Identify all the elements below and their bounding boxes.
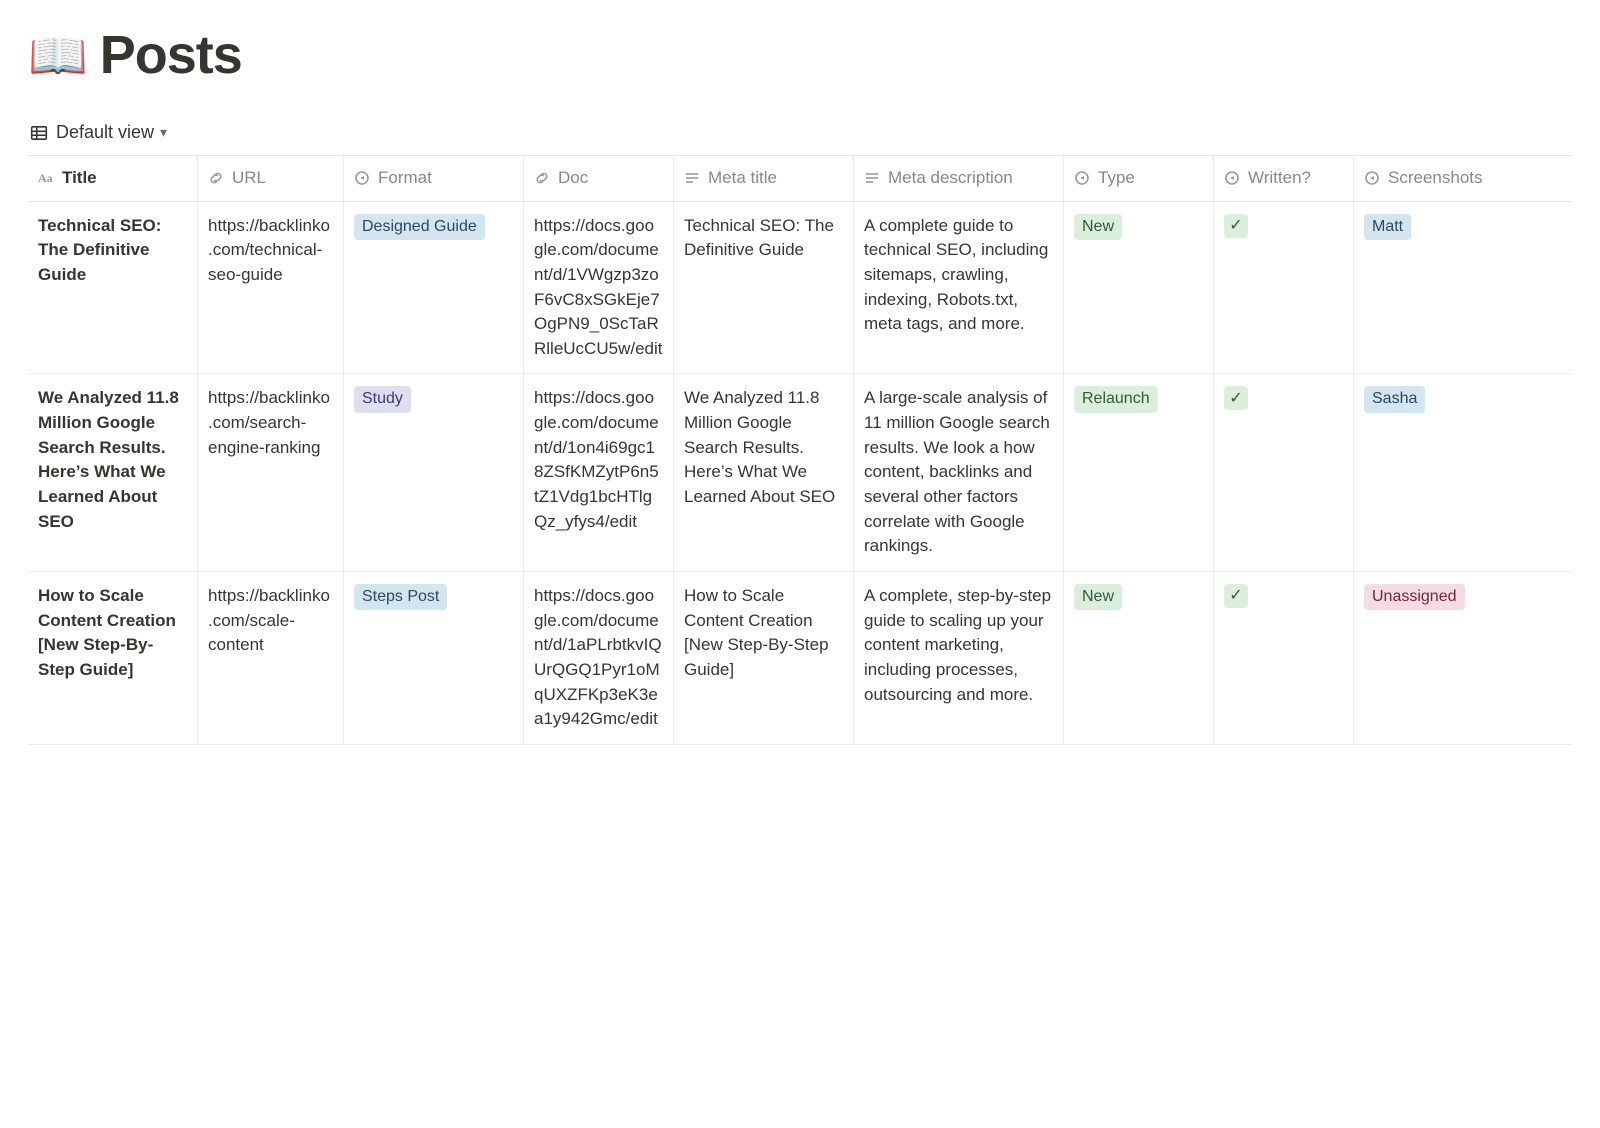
table-row[interactable]: We Analyzed 11.8 Million Google Search R… xyxy=(28,374,1572,571)
url-property-icon xyxy=(208,170,224,186)
checkmark-icon: ✓ xyxy=(1224,214,1248,238)
text-property-icon xyxy=(684,170,700,186)
screenshots-tag: Unassigned xyxy=(1364,584,1465,610)
view-switcher[interactable]: Default view ▾ xyxy=(28,118,169,147)
table-header-row: Aa Title URL Format Doc Meta ti xyxy=(28,156,1572,202)
view-label: Default view xyxy=(56,122,154,143)
chevron-down-icon: ▾ xyxy=(160,124,167,141)
column-header-title[interactable]: Aa Title xyxy=(28,156,198,201)
table-view-icon xyxy=(30,124,48,142)
cell-doc[interactable]: https://docs.google.com/document/d/1VWgz… xyxy=(524,202,674,374)
cell-written[interactable]: ✓ xyxy=(1214,572,1354,744)
screenshots-tag: Matt xyxy=(1364,214,1411,240)
cell-meta-description[interactable]: A large-scale analysis of 11 million Goo… xyxy=(854,374,1064,570)
checkmark-icon: ✓ xyxy=(1224,386,1248,410)
column-header-written[interactable]: Written? xyxy=(1214,156,1354,201)
cell-doc[interactable]: https://docs.google.com/document/d/1on4i… xyxy=(524,374,674,570)
type-tag: New xyxy=(1074,214,1122,240)
column-header-type[interactable]: Type xyxy=(1064,156,1214,201)
page-title: Posts xyxy=(100,24,242,86)
cell-type[interactable]: New xyxy=(1064,572,1214,744)
checkmark-icon: ✓ xyxy=(1224,584,1248,608)
format-tag: Study xyxy=(354,386,411,412)
cell-url[interactable]: https://backlinko.com/scale-content xyxy=(198,572,344,744)
cell-screenshots[interactable]: Unassigned xyxy=(1354,572,1514,744)
cell-meta-title[interactable]: We Analyzed 11.8 Million Google Search R… xyxy=(674,374,854,570)
type-tag: New xyxy=(1074,584,1122,610)
cell-screenshots[interactable]: Sasha xyxy=(1354,374,1514,570)
column-header-doc[interactable]: Doc xyxy=(524,156,674,201)
screenshots-tag: Sasha xyxy=(1364,386,1425,412)
title-property-icon: Aa xyxy=(38,170,54,186)
column-header-screenshots[interactable]: Screenshots xyxy=(1354,156,1514,201)
select-property-icon xyxy=(1364,170,1380,186)
cell-format[interactable]: Designed Guide xyxy=(344,202,524,374)
select-property-icon xyxy=(1074,170,1090,186)
cell-title[interactable]: Technical SEO: The Definitive Guide xyxy=(28,202,198,374)
cell-format[interactable]: Steps Post xyxy=(344,572,524,744)
cell-type[interactable]: New xyxy=(1064,202,1214,374)
cell-meta-title[interactable]: How to Scale Content Creation [New Step-… xyxy=(674,572,854,744)
select-property-icon xyxy=(1224,170,1240,186)
cell-title[interactable]: We Analyzed 11.8 Million Google Search R… xyxy=(28,374,198,570)
column-header-url[interactable]: URL xyxy=(198,156,344,201)
svg-text:Aa: Aa xyxy=(38,171,53,185)
cell-meta-description[interactable]: A complete, step-by-step guide to scalin… xyxy=(854,572,1064,744)
format-tag: Steps Post xyxy=(354,584,447,610)
type-tag: Relaunch xyxy=(1074,386,1158,412)
column-header-format[interactable]: Format xyxy=(344,156,524,201)
format-tag: Designed Guide xyxy=(354,214,485,240)
column-header-meta-description[interactable]: Meta description xyxy=(854,156,1064,201)
page-header: 📖 Posts xyxy=(28,24,1572,86)
table-row[interactable]: How to Scale Content Creation [New Step-… xyxy=(28,572,1572,745)
select-property-icon xyxy=(354,170,370,186)
cell-written[interactable]: ✓ xyxy=(1214,374,1354,570)
cell-screenshots[interactable]: Matt xyxy=(1354,202,1514,374)
cell-title[interactable]: How to Scale Content Creation [New Step-… xyxy=(28,572,198,744)
cell-format[interactable]: Study xyxy=(344,374,524,570)
cell-type[interactable]: Relaunch xyxy=(1064,374,1214,570)
cell-meta-description[interactable]: A complete guide to technical SEO, inclu… xyxy=(854,202,1064,374)
table-row[interactable]: Technical SEO: The Definitive Guide http… xyxy=(28,202,1572,375)
page-icon: 📖 xyxy=(28,27,88,84)
cell-url[interactable]: https://backlinko.com/search-engine-rank… xyxy=(198,374,344,570)
cell-written[interactable]: ✓ xyxy=(1214,202,1354,374)
text-property-icon xyxy=(864,170,880,186)
cell-url[interactable]: https://backlinko.com/technical-seo-guid… xyxy=(198,202,344,374)
cell-meta-title[interactable]: Technical SEO: The Definitive Guide xyxy=(674,202,854,374)
column-header-meta-title[interactable]: Meta title xyxy=(674,156,854,201)
url-property-icon xyxy=(534,170,550,186)
cell-doc[interactable]: https://docs.google.com/document/d/1aPLr… xyxy=(524,572,674,744)
database-table: Aa Title URL Format Doc Meta ti xyxy=(28,155,1572,745)
